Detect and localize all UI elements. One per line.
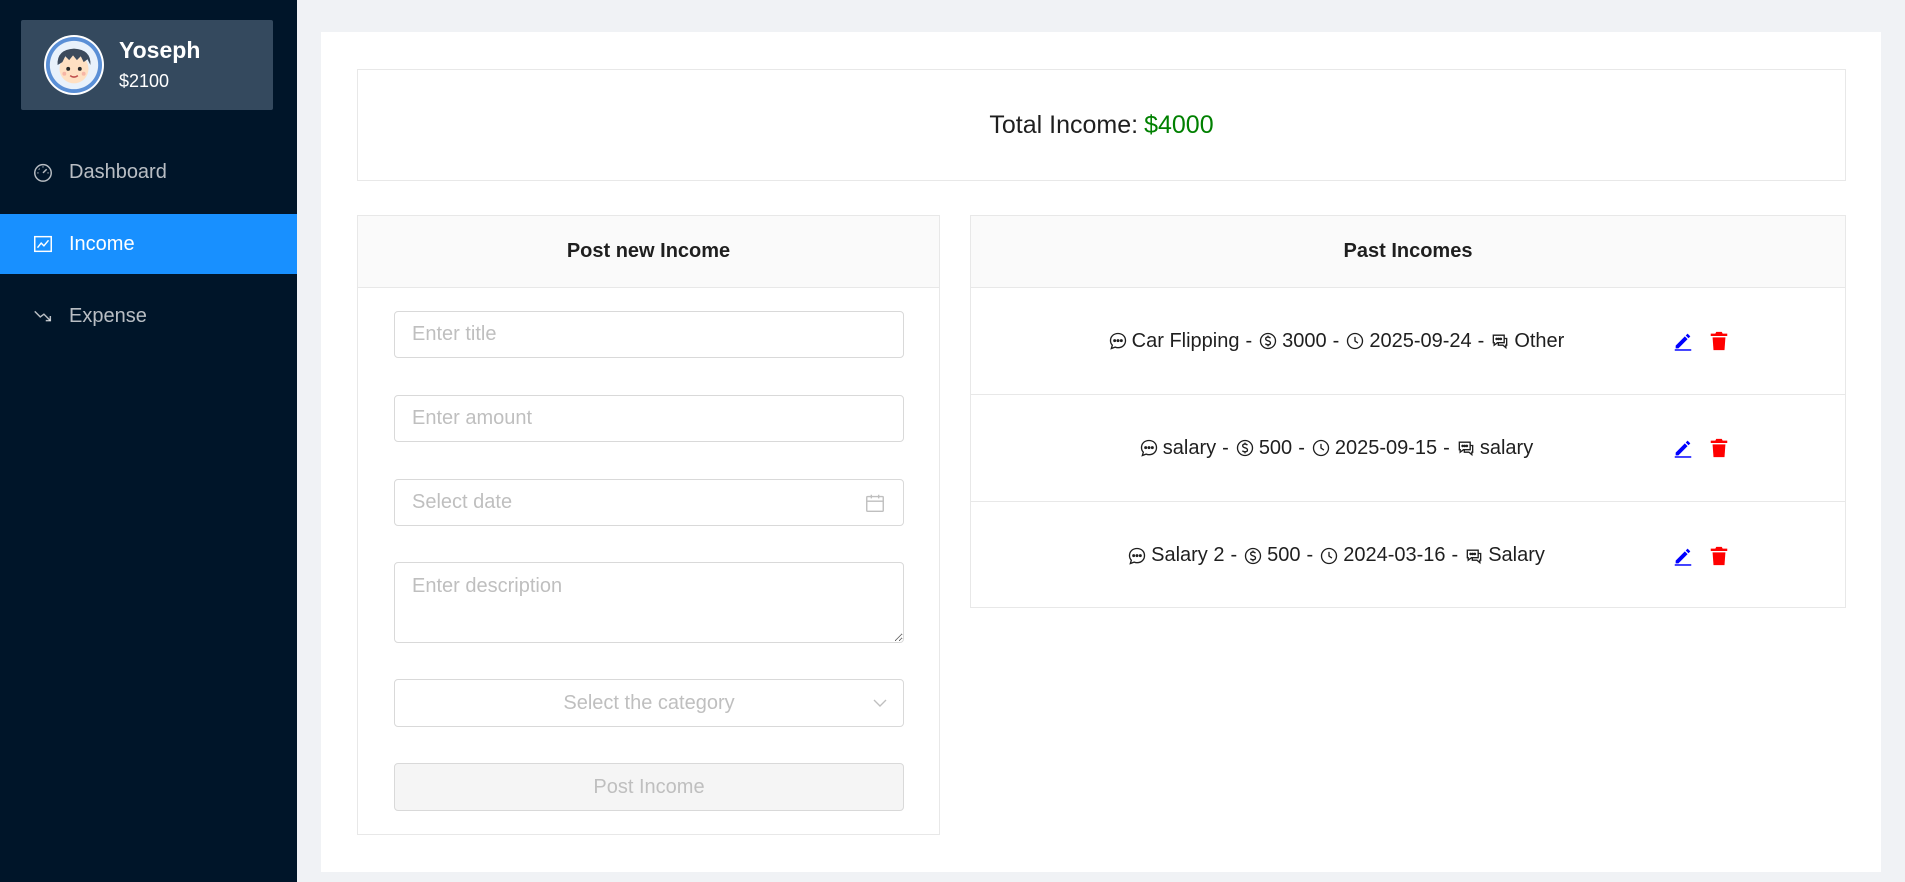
dollar-icon (1235, 438, 1255, 458)
user-profile: Yoseph $2100 (21, 20, 273, 110)
avatar (44, 35, 104, 95)
income-date: 2024-03-16 (1343, 544, 1446, 566)
sidebar-menu: Dashboard Income Expense (0, 142, 297, 358)
income-summary: salary - 500 - 2025-09-15 - salary (971, 437, 1701, 460)
income-row: Car Flipping - 3000 - 2025-09-24 - Other (971, 288, 1845, 395)
category-placeholder: Select the category (563, 691, 735, 714)
comment-icon (1127, 546, 1147, 566)
delete-icon[interactable] (1707, 329, 1731, 353)
past-incomes-title: Past Incomes (971, 216, 1845, 288)
line-chart-icon (31, 232, 55, 256)
main-content: Total Income: $4000 Post new Income Sele… (321, 32, 1881, 872)
edit-icon[interactable] (1671, 544, 1695, 568)
chevron-down-icon (873, 699, 887, 707)
user-balance: $2100 (119, 71, 170, 91)
sidebar-item-label: Expense (69, 304, 147, 327)
user-name: Yoseph (119, 37, 201, 63)
message-icon (1464, 546, 1484, 566)
date-input[interactable] (412, 491, 864, 514)
fall-icon (31, 304, 55, 328)
delete-icon[interactable] (1707, 436, 1731, 460)
total-income-card: Total Income: $4000 (357, 69, 1846, 181)
edit-icon[interactable] (1671, 329, 1695, 353)
clock-icon (1319, 546, 1339, 566)
income-title: salary (1162, 436, 1217, 459)
income-category: salary (1479, 436, 1534, 459)
description-input[interactable] (394, 562, 904, 643)
comment-icon (1108, 331, 1128, 351)
income-amount: 500 (1258, 436, 1293, 459)
category-select[interactable]: Select the category (394, 679, 904, 727)
income-date: 2025-09-15 (1334, 436, 1438, 459)
past-incomes-card: Past Incomes Car Flipping - 3000 - 2025-… (970, 215, 1846, 608)
sidebar-item-dashboard[interactable]: Dashboard (0, 142, 297, 202)
message-icon (1490, 331, 1510, 351)
edit-icon[interactable] (1671, 436, 1695, 460)
income-category: Other (1514, 329, 1565, 352)
income-amount: 3000 (1282, 329, 1327, 352)
sidebar-item-income[interactable]: Income (0, 214, 297, 274)
date-picker[interactable] (394, 479, 904, 526)
post-income-button[interactable]: Post Income (394, 763, 904, 811)
sidebar-item-label: Dashboard (69, 160, 167, 183)
total-income-value: $4000 (1144, 110, 1214, 139)
dollar-icon (1243, 546, 1263, 566)
post-income-card: Post new Income Select the category Post… (357, 215, 940, 835)
income-row: salary - 500 - 2025-09-15 - salary (971, 395, 1845, 502)
income-summary: Car Flipping - 3000 - 2025-09-24 - Other (971, 330, 1701, 353)
post-income-title: Post new Income (358, 216, 939, 288)
comment-icon (1139, 438, 1159, 458)
income-title: Salary 2 (1151, 544, 1225, 566)
dollar-icon (1258, 331, 1278, 351)
income-date: 2025-09-24 (1369, 329, 1472, 352)
income-row: Salary 2 - 500 - 2024-03-16 - Salary (971, 502, 1845, 609)
sidebar: Yoseph $2100 Dashboard Income Expense (0, 0, 297, 882)
calendar-icon (866, 494, 884, 512)
delete-icon[interactable] (1707, 544, 1731, 568)
sidebar-item-expense[interactable]: Expense (0, 286, 297, 346)
clock-icon (1311, 438, 1331, 458)
total-income-label: Total Income: (989, 110, 1139, 139)
clock-icon (1345, 331, 1365, 351)
message-icon (1456, 438, 1476, 458)
sidebar-item-label: Income (69, 232, 135, 255)
title-input[interactable] (394, 311, 904, 358)
dashboard-icon (31, 160, 55, 184)
income-summary: Salary 2 - 500 - 2024-03-16 - Salary (971, 544, 1701, 567)
income-title: Car Flipping (1131, 329, 1240, 352)
avatar-icon (45, 36, 103, 94)
income-category: Salary (1488, 544, 1545, 566)
amount-input[interactable] (394, 395, 904, 442)
income-amount: 500 (1267, 544, 1301, 566)
